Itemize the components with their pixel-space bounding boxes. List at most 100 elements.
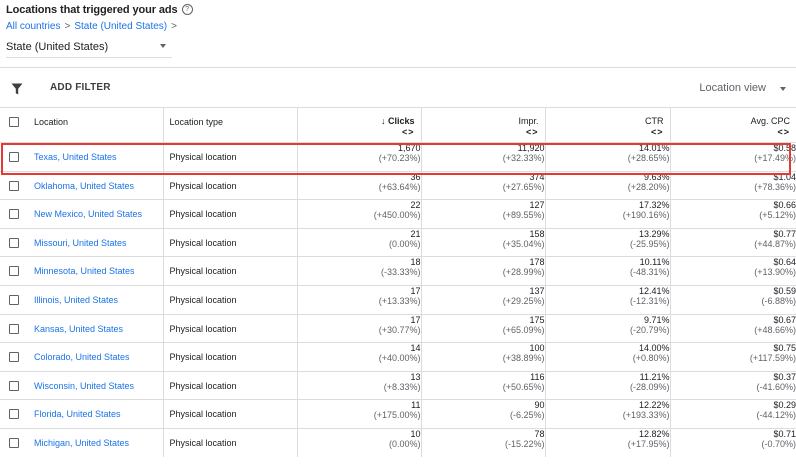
ctr-change: (-25.95%) <box>629 238 670 249</box>
location-type: Physical location <box>169 152 237 162</box>
clicks-value: 14 <box>410 343 421 354</box>
avg-cpc-value: $0.58 <box>773 143 796 153</box>
location-link[interactable]: Florida, United States <box>28 400 163 419</box>
avg-cpc-change: (-44.12%) <box>756 410 796 421</box>
clicks-change: (+40.00%) <box>378 353 421 364</box>
location-type: Physical location <box>169 266 237 277</box>
location-link[interactable]: Missouri, United States <box>28 229 163 248</box>
column-header-label: Impr. <box>518 116 539 126</box>
report-header: Locations that triggered your ads ? All … <box>6 0 796 58</box>
location-type: Physical location <box>169 180 237 191</box>
geo-level-select-value: State (United States) <box>6 41 109 53</box>
row-checkbox[interactable] <box>9 266 19 277</box>
location-link[interactable]: Michigan, United States <box>28 429 163 448</box>
location-link[interactable]: Oklahoma, United States <box>28 172 163 191</box>
sort-arrows-icon[interactable]: <> <box>546 127 664 137</box>
column-header-clicks[interactable]: ↓ Clicks <> <box>297 107 422 143</box>
select-all-checkbox[interactable] <box>9 117 19 127</box>
sort-arrows-icon[interactable]: <> <box>671 127 791 137</box>
location-type: Physical location <box>169 237 237 248</box>
table-row: Wisconsin, United States Physical locati… <box>0 370 796 400</box>
avg-cpc-value: $0.64 <box>773 257 796 268</box>
location-type: Physical location <box>169 380 237 391</box>
row-checkbox[interactable] <box>9 352 19 363</box>
impressions-change: (-6.25%) <box>509 410 545 421</box>
impressions-change: (+27.65%) <box>502 181 545 192</box>
filter-icon[interactable] <box>11 83 23 95</box>
avg-cpc-change: (-41.60%) <box>756 381 796 392</box>
impressions-value: 127 <box>529 200 545 211</box>
impressions-value: 175 <box>529 314 545 325</box>
avg-cpc-value: $0.67 <box>773 314 796 325</box>
impressions-value: 116 <box>530 371 545 382</box>
sort-arrows-icon[interactable]: <> <box>298 127 415 137</box>
sort-arrows-icon[interactable]: <> <box>422 127 539 137</box>
impressions-value: 158 <box>529 228 545 239</box>
impressions-value: 78 <box>534 428 545 439</box>
filter-bar: ADD FILTER Location view <box>0 67 796 108</box>
location-link[interactable]: Wisconsin, United States <box>28 372 163 391</box>
row-checkbox[interactable] <box>9 152 19 162</box>
impressions-change: (+29.25%) <box>502 295 545 306</box>
ctr-change: (-28.09%) <box>629 381 670 392</box>
column-header-location-type[interactable]: Location type <box>163 107 298 143</box>
table-row: Florida, United States Physical location… <box>0 399 796 429</box>
column-header-avg-cpc[interactable]: Avg. CPC <> <box>670 107 796 143</box>
ctr-value: 12.22% <box>638 400 670 411</box>
table-row: Kansas, United States Physical location … <box>0 313 796 343</box>
ctr-value: 12.41% <box>638 285 670 296</box>
location-link[interactable]: Colorado, United States <box>28 343 163 362</box>
location-link[interactable]: Minnesota, United States <box>28 257 163 276</box>
row-checkbox[interactable] <box>9 209 19 220</box>
column-header-ctr[interactable]: CTR <> <box>545 107 671 143</box>
location-link[interactable]: Kansas, United States <box>28 315 163 334</box>
location-type: Physical location <box>169 323 237 334</box>
row-checkbox[interactable] <box>9 323 19 334</box>
impressions-value: 100 <box>529 343 545 354</box>
add-filter-button[interactable]: ADD FILTER <box>50 82 111 93</box>
avg-cpc-change: (-6.88%) <box>761 295 796 306</box>
impressions-value: 374 <box>529 171 545 182</box>
table-row: Michigan, United States Physical locatio… <box>0 427 796 457</box>
clicks-change: (+70.23%) <box>378 153 421 163</box>
breadcrumb: All countries > State (United States) > <box>6 19 796 34</box>
location-link[interactable]: Illinois, United States <box>28 286 163 305</box>
row-checkbox[interactable] <box>9 294 19 305</box>
row-checkbox[interactable] <box>9 237 19 248</box>
report-title: Locations that triggered your ads <box>6 3 178 16</box>
column-header-location[interactable]: Location <box>28 107 164 143</box>
avg-cpc-change: (-0.70%) <box>761 438 796 449</box>
ctr-change: (+17.95%) <box>627 438 670 449</box>
row-checkbox[interactable] <box>9 380 19 391</box>
ctr-value: 14.01% <box>638 143 670 153</box>
table-row: Minnesota, United States Physical locati… <box>0 256 796 286</box>
chevron-down-icon[interactable] <box>780 87 786 91</box>
row-checkbox[interactable] <box>9 180 19 191</box>
row-checkbox[interactable] <box>9 409 19 420</box>
ctr-change: (+193.33%) <box>622 410 670 421</box>
location-link[interactable]: New Mexico, United States <box>28 200 163 219</box>
column-header-impressions[interactable]: Impr. <> <box>421 107 546 143</box>
avg-cpc-change: (+17.49%) <box>754 153 796 163</box>
ctr-value: 12.82% <box>638 428 670 439</box>
row-checkbox[interactable] <box>9 437 19 448</box>
help-icon[interactable]: ? <box>181 4 193 15</box>
avg-cpc-value: $0.29 <box>773 400 796 411</box>
location-link[interactable]: Texas, United States <box>28 143 163 162</box>
ctr-change: (+28.20%) <box>627 181 670 192</box>
avg-cpc-value: $0.59 <box>773 285 796 296</box>
breadcrumb-state[interactable]: State (United States) <box>74 21 167 32</box>
location-view-select[interactable]: Location view <box>699 82 766 94</box>
report-title-row: Locations that triggered your ads ? <box>6 0 796 19</box>
breadcrumb-all-countries[interactable]: All countries <box>6 21 60 32</box>
avg-cpc-value: $0.66 <box>773 200 796 211</box>
geo-level-select[interactable]: State (United States) <box>6 37 172 58</box>
arrow-down-icon: ↓ <box>380 116 386 126</box>
impressions-change: (+38.89%) <box>502 353 545 364</box>
column-header-label: Avg. CPC <box>750 116 790 126</box>
clicks-value: 36 <box>410 171 421 182</box>
table-row: Colorado, United States Physical locatio… <box>0 342 796 372</box>
location-type: Physical location <box>169 294 237 305</box>
ctr-change: (-48.31%) <box>629 267 670 278</box>
column-header-label: Clicks <box>387 116 415 126</box>
